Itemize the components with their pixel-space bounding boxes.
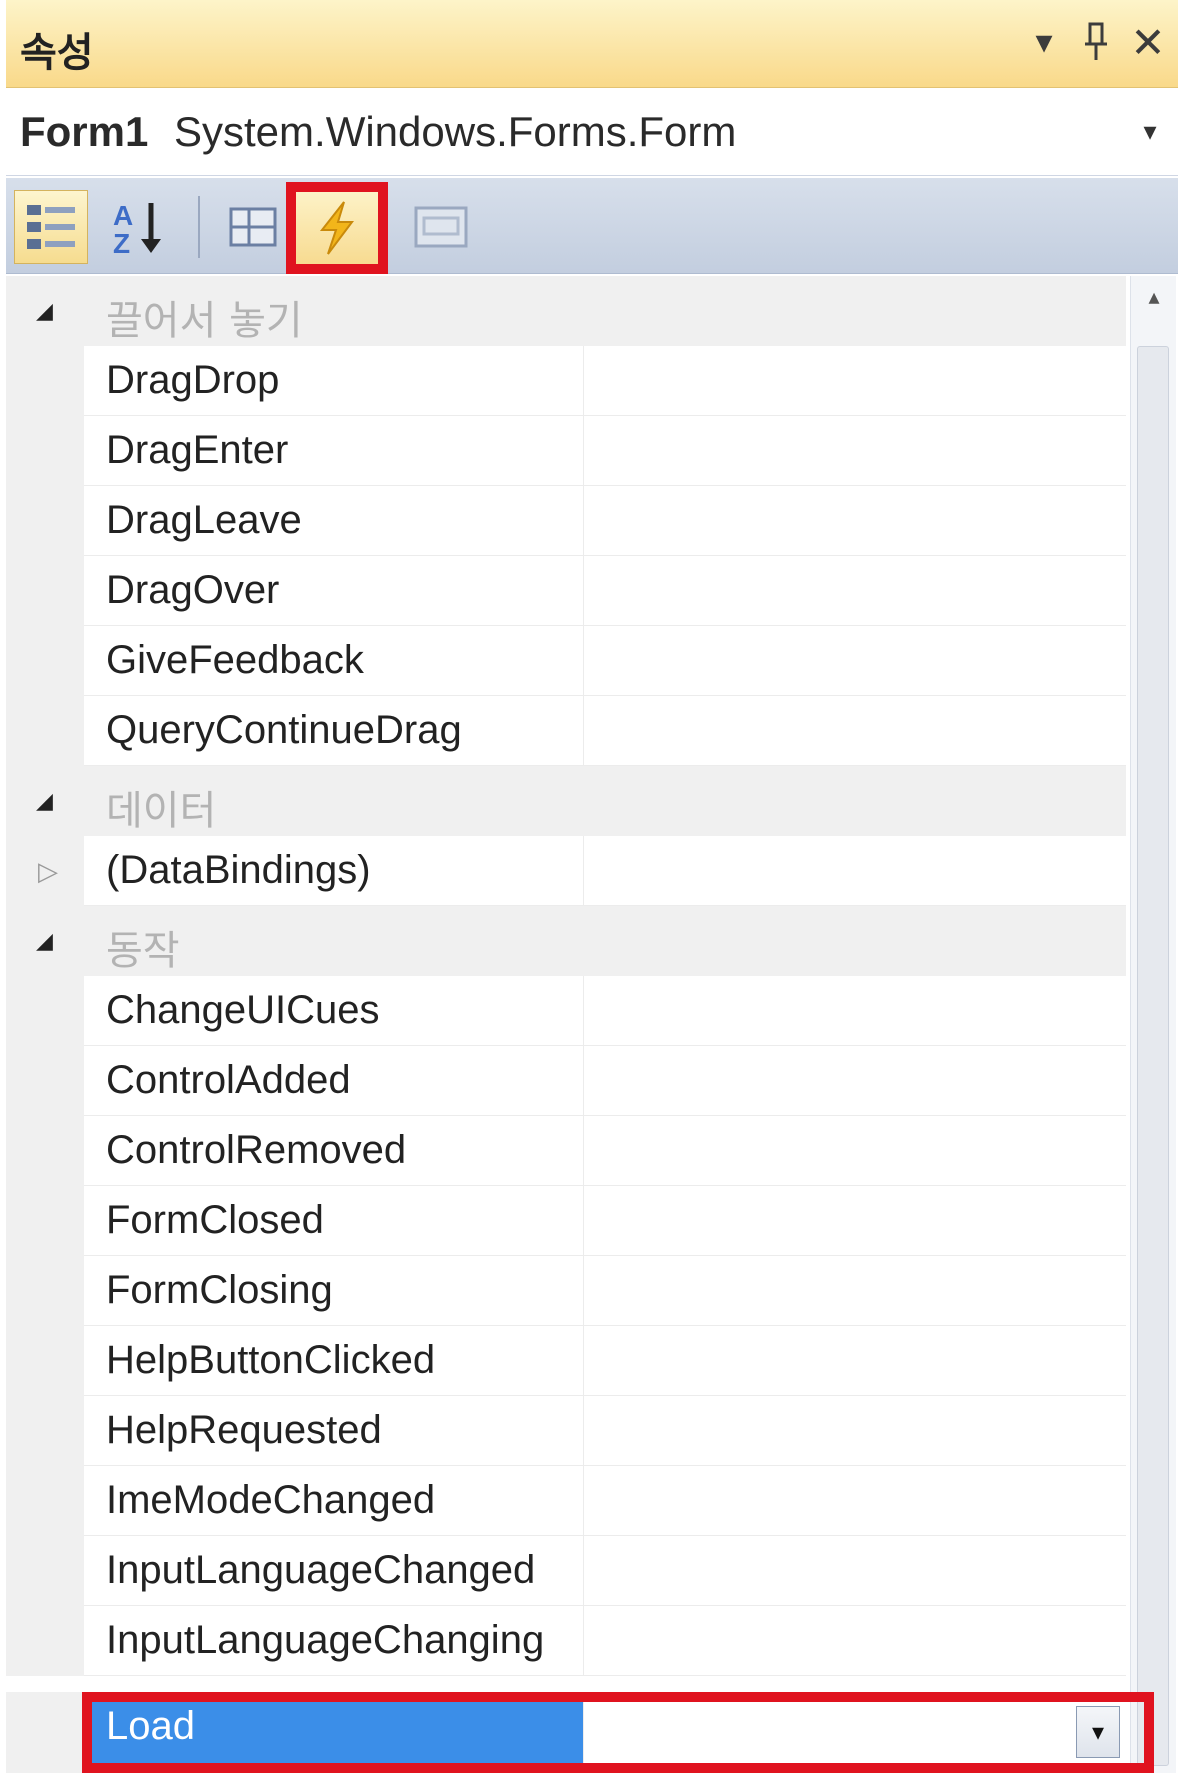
event-row-querycontinuedrag[interactable]: QueryContinueDrag <box>6 696 1126 766</box>
event-handler-cell[interactable] <box>584 1536 1126 1606</box>
toolbar-separator <box>198 196 200 258</box>
collapse-icon[interactable]: ◢ <box>36 298 53 324</box>
event-row-imemodechanged[interactable]: ImeModeChanged <box>6 1466 1126 1536</box>
event-handler-cell[interactable] <box>584 1606 1126 1676</box>
category-row-dragdrop[interactable]: ◢ 끌어서 놓기 <box>6 276 1126 346</box>
event-row-changeuicues[interactable]: ChangeUICues <box>6 976 1126 1046</box>
svg-text:Z: Z <box>113 228 130 257</box>
categorized-button[interactable] <box>14 190 88 264</box>
panel-title: 속성 <box>20 30 94 76</box>
property-pages-icon <box>414 206 468 248</box>
event-row-inputlanguagechanging[interactable]: InputLanguageChanging <box>6 1606 1126 1676</box>
event-name: ImeModeChanged <box>106 1478 436 1522</box>
event-handler-cell[interactable] <box>584 556 1126 626</box>
event-handler-cell[interactable] <box>584 1326 1126 1396</box>
event-handler-cell[interactable] <box>584 1046 1126 1116</box>
chevron-down-icon[interactable]: ▾ <box>1132 116 1168 152</box>
event-row-givefeedback[interactable]: GiveFeedback <box>6 626 1126 696</box>
alphabetical-button[interactable]: A Z <box>102 190 176 264</box>
event-handler-cell[interactable] <box>584 696 1126 766</box>
event-name: GiveFeedback <box>106 638 364 682</box>
category-label: 끌어서 놓기 <box>106 298 303 344</box>
category-label: 데이터 <box>106 788 217 834</box>
close-icon[interactable]: ✕ <box>1128 18 1168 66</box>
event-name: InputLanguageChanged <box>106 1548 536 1592</box>
event-name: ControlAdded <box>106 1058 351 1102</box>
event-handler-cell[interactable] <box>584 1186 1126 1256</box>
category-label: 동작 <box>106 928 180 974</box>
event-handler-cell[interactable] <box>584 836 1126 906</box>
event-name: HelpRequested <box>106 1408 382 1452</box>
lightning-icon <box>319 201 354 255</box>
property-pages-button[interactable] <box>404 190 478 264</box>
event-name: DragDrop <box>106 358 280 402</box>
event-handler-cell[interactable] <box>584 1116 1126 1186</box>
properties-panel: 속성 ▾ ✕ Form1 System.Windows.Forms.Form ▾… <box>6 0 1178 1773</box>
event-row-dragenter[interactable]: DragEnter <box>6 416 1126 486</box>
svg-text:A: A <box>113 200 133 231</box>
handler-dropdown-button[interactable]: ▾ <box>1076 1706 1120 1758</box>
event-handler-cell[interactable] <box>584 486 1126 556</box>
event-handler-cell[interactable] <box>584 346 1126 416</box>
event-row-helprequested[interactable]: HelpRequested <box>6 1396 1126 1466</box>
event-row-helpbuttonclicked[interactable]: HelpButtonClicked <box>6 1326 1126 1396</box>
collapse-icon[interactable]: ◢ <box>36 928 53 954</box>
event-name: DragEnter <box>106 428 289 472</box>
category-row-behavior[interactable]: ◢ 동작 <box>6 906 1126 976</box>
vertical-scrollbar[interactable]: ▴ <box>1130 276 1176 1773</box>
sort-az-icon: A Z <box>113 200 161 257</box>
event-row-dragleave[interactable]: DragLeave <box>6 486 1126 556</box>
object-name: Form1 <box>20 108 149 155</box>
properties-button[interactable] <box>216 190 290 264</box>
event-name: Load <box>106 1704 195 1748</box>
event-name: ControlRemoved <box>106 1128 407 1172</box>
object-selector[interactable]: Form1 System.Windows.Forms.Form ▾ <box>6 90 1178 176</box>
event-handler-cell[interactable] <box>584 1256 1126 1326</box>
event-row-inputlanguagechanged[interactable]: InputLanguageChanged <box>6 1536 1126 1606</box>
event-name: InputLanguageChanging <box>106 1618 545 1662</box>
auto-hide-pin-icon[interactable] <box>1076 18 1116 66</box>
event-handler-cell[interactable] <box>584 626 1126 696</box>
event-handler-cell[interactable] <box>584 416 1126 486</box>
expand-icon[interactable]: ▷ <box>38 856 58 887</box>
event-row-dragover[interactable]: DragOver <box>6 556 1126 626</box>
load-handler-input[interactable] <box>584 1692 1126 1773</box>
event-grid: ◢ 끌어서 놓기 DragDrop DragEnter DragLeave Dr… <box>6 276 1126 1773</box>
event-row-formclosed[interactable]: FormClosed <box>6 1186 1126 1256</box>
event-name: DragOver <box>106 568 280 612</box>
event-name: FormClosed <box>106 1198 324 1242</box>
event-name: QueryContinueDrag <box>106 708 462 752</box>
properties-toolbar: A Z <box>6 178 1178 274</box>
category-row-data[interactable]: ◢ 데이터 <box>6 766 1126 836</box>
event-row-databindings[interactable]: ▷ (DataBindings) <box>6 836 1126 906</box>
event-name: DragLeave <box>106 498 302 542</box>
event-handler-cell[interactable] <box>584 1466 1126 1536</box>
event-name: (DataBindings) <box>106 848 371 892</box>
categorized-icon <box>27 205 75 249</box>
event-row-controladded[interactable]: ControlAdded <box>6 1046 1126 1116</box>
title-bar: 속성 ▾ ✕ <box>6 0 1178 88</box>
event-row-dragdrop[interactable]: DragDrop <box>6 346 1126 416</box>
event-name: FormClosing <box>106 1268 333 1312</box>
scroll-up-icon[interactable]: ▴ <box>1139 284 1169 314</box>
properties-icon <box>229 207 277 247</box>
events-button[interactable] <box>286 182 388 274</box>
event-name: ChangeUICues <box>106 988 380 1032</box>
collapse-icon[interactable]: ◢ <box>36 788 53 814</box>
window-position-dropdown-icon[interactable]: ▾ <box>1024 18 1064 66</box>
event-row-formclosing[interactable]: FormClosing <box>6 1256 1126 1326</box>
object-type: System.Windows.Forms.Form <box>174 108 737 155</box>
event-handler-cell[interactable] <box>584 1396 1126 1466</box>
scroll-thumb[interactable] <box>1137 346 1169 1766</box>
event-name: HelpButtonClicked <box>106 1338 436 1382</box>
event-handler-cell[interactable] <box>584 976 1126 1046</box>
event-row-controlremoved[interactable]: ControlRemoved <box>6 1116 1126 1186</box>
event-row-load[interactable]: Load ▾ <box>6 1692 1126 1773</box>
